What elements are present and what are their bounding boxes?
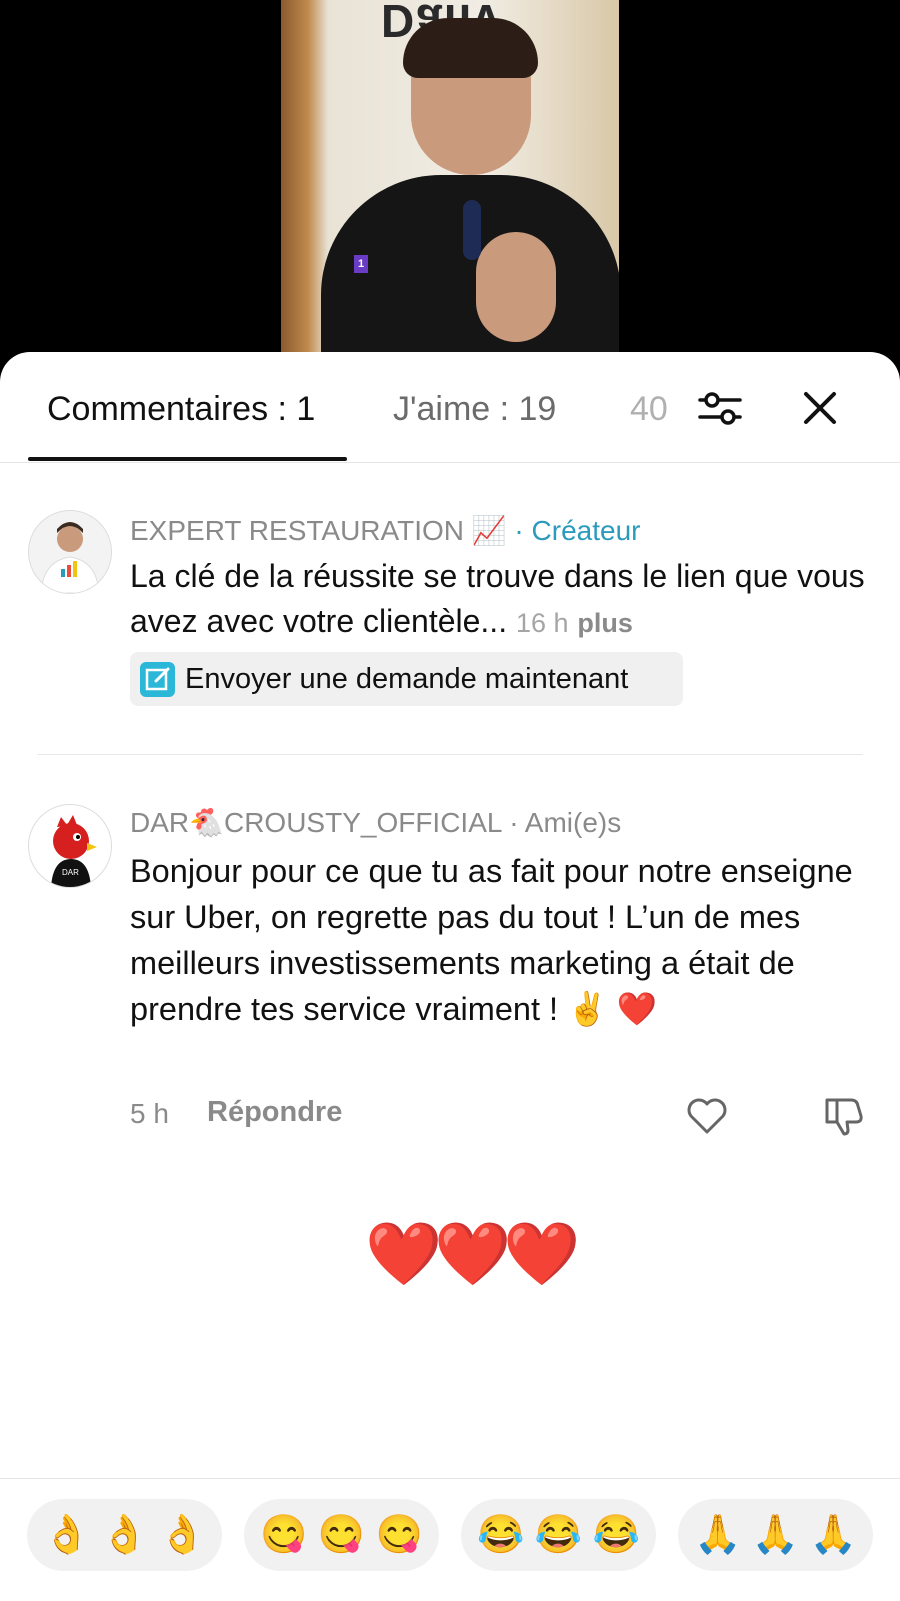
author-name[interactable]: EXPERT RESTAURATION 📈 — [130, 515, 507, 546]
hearts-emoji: ❤️❤️❤️ — [365, 1220, 581, 1289]
edit-icon — [140, 662, 175, 697]
emoji-pray-button[interactable]: 🙏 🙏 🙏 — [678, 1499, 873, 1571]
person-hair — [403, 18, 538, 78]
microphone — [463, 200, 481, 260]
tab-third[interactable]: 40 — [630, 390, 670, 429]
comment-body: Bonjour pour ce que tu as fait pour notr… — [130, 853, 853, 1027]
avatar[interactable]: DAR — [28, 804, 112, 888]
active-tab-indicator — [28, 457, 347, 461]
video-frame[interactable]: Dailv 1 — [281, 0, 619, 360]
comment-time: 5 h — [130, 1098, 169, 1129]
comment-author[interactable]: EXPERT RESTAURATION 📈 · Créateur — [130, 514, 640, 547]
person-avatar-icon — [40, 522, 100, 593]
person-hand — [476, 232, 556, 342]
comment-time: 16 h — [515, 608, 569, 638]
tab-likes[interactable]: J'aime : 19 — [393, 390, 556, 429]
creator-badge: · Créateur — [514, 515, 641, 546]
tab-comments[interactable]: Commentaires : 1 — [47, 390, 315, 429]
svg-text:DAR: DAR — [62, 868, 79, 877]
send-request-button[interactable]: Envoyer une demande maintenant — [130, 652, 683, 706]
quick-emoji-bar: 👌 👌 👌 😋 😋 😋 😂 😂 😂 🙏 🙏 🙏 — [0, 1478, 900, 1601]
rooster-mascot-icon: DAR — [51, 815, 97, 887]
close-icon[interactable] — [800, 388, 840, 428]
video-area[interactable]: Dailv 1 — [0, 0, 900, 360]
more-link[interactable]: plus — [577, 608, 633, 638]
thumbs-down-icon[interactable] — [823, 1094, 865, 1136]
comment-body: La clé de la réussite se trouve dans le … — [130, 558, 865, 639]
send-request-label: Envoyer une demande maintenant — [185, 663, 629, 695]
friends-badge: · Ami(e)s — [509, 807, 622, 838]
author-name[interactable]: DAR🐔CROUSTY_OFFICIAL — [130, 807, 501, 838]
emoji-laugh-button[interactable]: 😂 😂 😂 — [461, 1499, 656, 1571]
video-badge: 1 — [354, 255, 368, 273]
emoji-ok-button[interactable]: 👌 👌 👌 — [27, 1499, 222, 1571]
sliders-icon[interactable] — [698, 388, 742, 428]
emoji-yum-button[interactable]: 😋 😋 😋 — [244, 1499, 439, 1571]
avatar[interactable] — [28, 510, 112, 594]
comment-text: La clé de la réussite se trouve dans le … — [130, 554, 870, 646]
comments-sheet: Commentaires : 1 J'aime : 19 40 EXPERT R… — [0, 352, 900, 1601]
comment-author[interactable]: DAR🐔CROUSTY_OFFICIAL · Ami(e)s — [130, 806, 621, 839]
reply-button[interactable]: Répondre — [207, 1096, 342, 1129]
tab-bar: Commentaires : 1 J'aime : 19 40 — [0, 352, 900, 463]
heart-outline-icon[interactable] — [686, 1096, 728, 1136]
comment-divider — [37, 754, 863, 755]
